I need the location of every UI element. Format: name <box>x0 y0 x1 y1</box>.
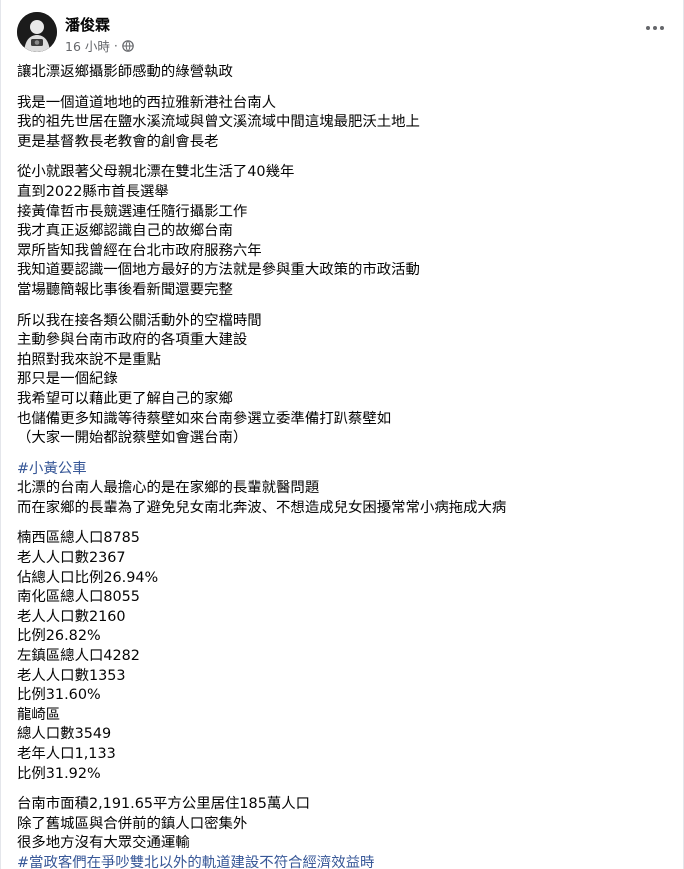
post-text-line: 而在家鄉的長輩為了避免兒女南北奔波、不想造成兒女困擾常常小病拖成大病 <box>17 499 507 516</box>
post-paragraph: 我是一個道道地地的西拉雅新港社台南人我的祖先世居在鹽水溪流域與曾文溪流域中間這塊… <box>17 94 667 153</box>
post-text-line: 比例31.60% <box>17 687 101 704</box>
post-meta: 16 小時 · <box>65 36 134 55</box>
post-text-line: 直到2022縣市首長選舉 <box>17 183 169 200</box>
post-paragraph: 從小就跟著父母親北漂在雙北生活了40幾年 直到2022縣市首長選舉接黃偉哲市長競選… <box>17 163 667 300</box>
post-text-line: 我的祖先世居在鹽水溪流域與曾文溪流域中間這塊最肥沃土地上 <box>17 114 420 131</box>
post-text-line: 很多地方沒有大眾交通運輸 <box>17 835 190 852</box>
post-text-line: 我才真正返鄉認識自己的故鄉台南 <box>17 223 233 240</box>
post-text-line: 佔總人口比例26.94% <box>17 569 159 586</box>
post-card: 潘俊霖 16 小時 · 讓北漂返鄉攝影師感動的綠營執政我是一個道道地地的西拉雅新… <box>0 0 684 869</box>
post-text-line: 當場聽簡報比事後看新聞還要完整 <box>17 281 233 298</box>
post-text-line: 眾所皆知我曾經在台北市政府服務六年 <box>17 242 262 259</box>
avatar-photo <box>17 12 57 52</box>
post-paragraph: #小黃公車 北漂的台南人最擔心的是在家鄉的長輩就醫問題而在家鄉的長輩為了避免兒女南… <box>17 460 667 519</box>
post-paragraph: 讓北漂返鄉攝影師感動的綠營執政 <box>17 63 667 83</box>
post-text-line: 讓北漂返鄉攝影師感動的綠營執政 <box>17 64 233 80</box>
post-text-line: 更是基督教長老教會的創會長老 <box>17 133 219 150</box>
post-text-line: 龍崎區 <box>17 706 61 723</box>
hashtag-link[interactable]: #當政客們在爭吵雙北以外的軌道建設不符合經濟效益時 <box>17 854 667 869</box>
post-text-line: 比例26.82% <box>17 628 101 645</box>
hashtag-link[interactable]: #小黃公車 <box>17 460 667 480</box>
post-timestamp[interactable]: 16 小時 <box>65 36 110 55</box>
post-text-line: 拍照對我來說不是重點 <box>17 351 161 368</box>
post-text-line: 楠西區總人口8785 <box>17 530 140 547</box>
post-text-line: 左鎮區總人口4282 <box>17 648 140 665</box>
post-paragraph: 台南市面積2,191.65平方公里居住185萬人口 除了舊城區與合併前的鎮人口密集… <box>17 795 667 869</box>
post-paragraph: 所以我在接各類公關活動外的空檔時間 主動參與台南市政府的各項重大建設 拍照對我來說不… <box>17 312 667 449</box>
post-text-line: 那只是一個紀錄 <box>17 371 118 388</box>
meta-separator: · <box>113 38 118 53</box>
avatar[interactable] <box>17 12 57 52</box>
post-text-line: 南化區總人口8055 <box>17 589 140 606</box>
post-text-line: 從小就跟著父母親北漂在雙北生活了40幾年 <box>17 164 295 181</box>
post-text-line: 北漂的台南人最擔心的是在家鄉的長輩就醫問題 <box>17 480 320 497</box>
post-text-line: 所以我在接各類公關活動外的空檔時間 <box>17 312 262 329</box>
post-paragraph: 楠西區總人口8785 老人人口數2367 佔總人口比例26.94% 南化區總人口805… <box>17 529 667 784</box>
post-text-line: 除了舊城區與合併前的鎮人口密集外 <box>17 815 248 832</box>
post-text-line: 老人人口數2160 <box>17 608 126 625</box>
more-options-icon[interactable] <box>641 16 669 40</box>
author-name[interactable]: 潘俊霖 <box>65 14 110 35</box>
post-text-line: （大家一開始都說蔡壁如會選台南） <box>17 430 248 447</box>
post-text-line: 比例31.92% <box>17 765 101 782</box>
post-text-line: 也儲備更多知識等待蔡壁如來台南參選立委準備打趴蔡壁如 <box>17 410 392 427</box>
post-text-line: 我是一個道道地地的西拉雅新港社台南人 <box>17 94 277 111</box>
post-text-line: 老人人口數2367 <box>17 550 126 567</box>
post-text-line: 老人人口數1353 <box>17 667 126 684</box>
post-header: 潘俊霖 16 小時 · <box>17 12 669 56</box>
post-text-line: 台南市面積2,191.65平方公里居住185萬人口 <box>17 796 311 813</box>
post-text-line: 我希望可以藉此更了解自己的家鄉 <box>17 390 233 407</box>
globe-icon[interactable] <box>122 39 134 52</box>
post-text-line: 接黃偉哲市長競選連任隨行攝影工作 <box>17 203 248 220</box>
post-text-line: 我知道要認識一個地方最好的方法就是參與重大政策的市政活動 <box>17 262 420 279</box>
post-body: 讓北漂返鄉攝影師感動的綠營執政我是一個道道地地的西拉雅新港社台南人我的祖先世居在… <box>17 63 667 869</box>
post-text-line: 老年人口1,133 <box>17 746 116 762</box>
post-text-line: 總人口數3549 <box>17 726 112 743</box>
post-text-line: 主動參與台南市政府的各項重大建設 <box>17 332 248 349</box>
